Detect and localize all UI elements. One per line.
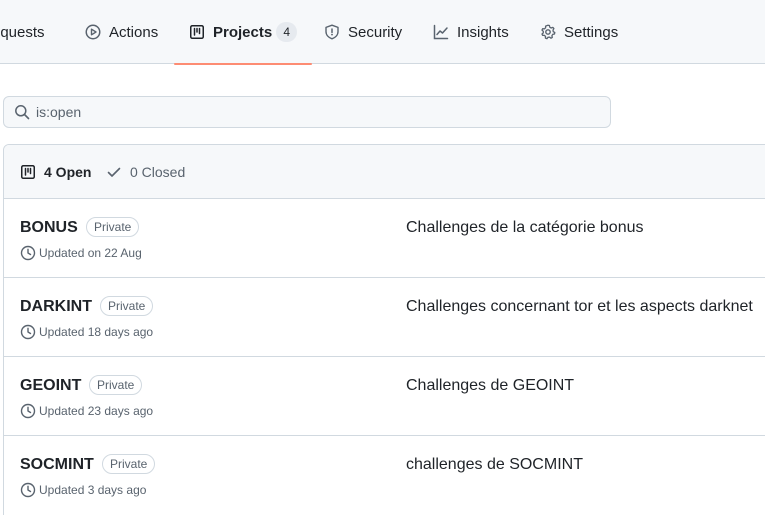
tab-actions-label: Actions bbox=[109, 23, 159, 41]
project-title-link[interactable]: GEOINT bbox=[20, 377, 81, 395]
project-description: challenges de SOCMINT bbox=[406, 456, 583, 473]
updated-text: Updated 3 days ago bbox=[39, 483, 147, 497]
tab-projects-label: Projects bbox=[213, 23, 273, 41]
project-description: Challenges de la catégorie bonus bbox=[406, 219, 644, 236]
tab-security-label: Security bbox=[348, 23, 403, 41]
updated-text: Updated 23 days ago bbox=[39, 404, 154, 418]
tab-insights-label: Insights bbox=[457, 23, 509, 41]
projects-counter: 4 bbox=[276, 22, 298, 42]
tab-projects[interactable]: Projects 4 bbox=[174, 0, 313, 65]
list-item: GEOINT Private Updated 23 days ago Chall… bbox=[4, 357, 765, 436]
list-item: DARKINT Private Updated 18 days ago Chal… bbox=[4, 278, 765, 357]
list-item: SOCMINT Private Updated 3 days ago chall… bbox=[4, 436, 765, 515]
project-description: Challenges concernant tor et les aspects… bbox=[406, 298, 753, 315]
visibility-badge: Private bbox=[86, 217, 140, 237]
tab-pull-requests[interactable]: equests bbox=[0, 0, 45, 64]
project-icon bbox=[189, 24, 205, 40]
repo-tab-nav: equests Actions Projects 4 Security Insi… bbox=[0, 0, 765, 65]
projects-list-header: 4 Open 0 Closed bbox=[4, 145, 765, 199]
gear-icon bbox=[540, 24, 556, 40]
open-filter[interactable]: 4 Open bbox=[20, 145, 91, 199]
visibility-badge: Private bbox=[100, 296, 154, 316]
projects-list: 4 Open 0 Closed BONUS Private Updated on… bbox=[3, 144, 765, 515]
search-icon bbox=[14, 104, 30, 120]
tab-settings-label: Settings bbox=[564, 23, 619, 41]
tab-actions[interactable]: Actions bbox=[85, 0, 158, 64]
visibility-badge: Private bbox=[89, 375, 143, 395]
clock-icon bbox=[20, 403, 36, 419]
play-icon bbox=[85, 24, 101, 40]
closed-filter[interactable]: 0 Closed bbox=[106, 145, 185, 199]
updated-info: Updated 23 days ago bbox=[20, 403, 153, 419]
project-title-link[interactable]: SOCMINT bbox=[20, 456, 94, 474]
project-icon bbox=[20, 164, 36, 180]
updated-info: Updated on 22 Aug bbox=[20, 245, 142, 261]
project-search bbox=[3, 96, 611, 128]
visibility-badge: Private bbox=[102, 454, 156, 474]
project-title-link[interactable]: BONUS bbox=[20, 219, 78, 237]
graph-icon bbox=[433, 24, 449, 40]
clock-icon bbox=[20, 245, 36, 261]
tab-pull-requests-label: equests bbox=[0, 23, 45, 41]
search-input[interactable] bbox=[36, 104, 596, 120]
updated-text: Updated 18 days ago bbox=[39, 325, 154, 339]
updated-info: Updated 3 days ago bbox=[20, 482, 146, 498]
check-icon bbox=[106, 164, 122, 180]
updated-text: Updated on 22 Aug bbox=[39, 246, 142, 260]
closed-filter-label: 0 Closed bbox=[130, 164, 186, 180]
list-item: BONUS Private Updated on 22 Aug Challeng… bbox=[4, 199, 765, 278]
project-title-link[interactable]: DARKINT bbox=[20, 298, 92, 316]
tab-security[interactable]: Security bbox=[324, 0, 402, 64]
updated-info: Updated 18 days ago bbox=[20, 324, 153, 340]
clock-icon bbox=[20, 482, 36, 498]
shield-icon bbox=[324, 24, 340, 40]
tab-insights[interactable]: Insights bbox=[433, 0, 509, 64]
open-filter-label: 4 Open bbox=[44, 164, 92, 180]
clock-icon bbox=[20, 324, 36, 340]
project-description: Challenges de GEOINT bbox=[406, 377, 575, 394]
tab-settings[interactable]: Settings bbox=[540, 0, 618, 64]
